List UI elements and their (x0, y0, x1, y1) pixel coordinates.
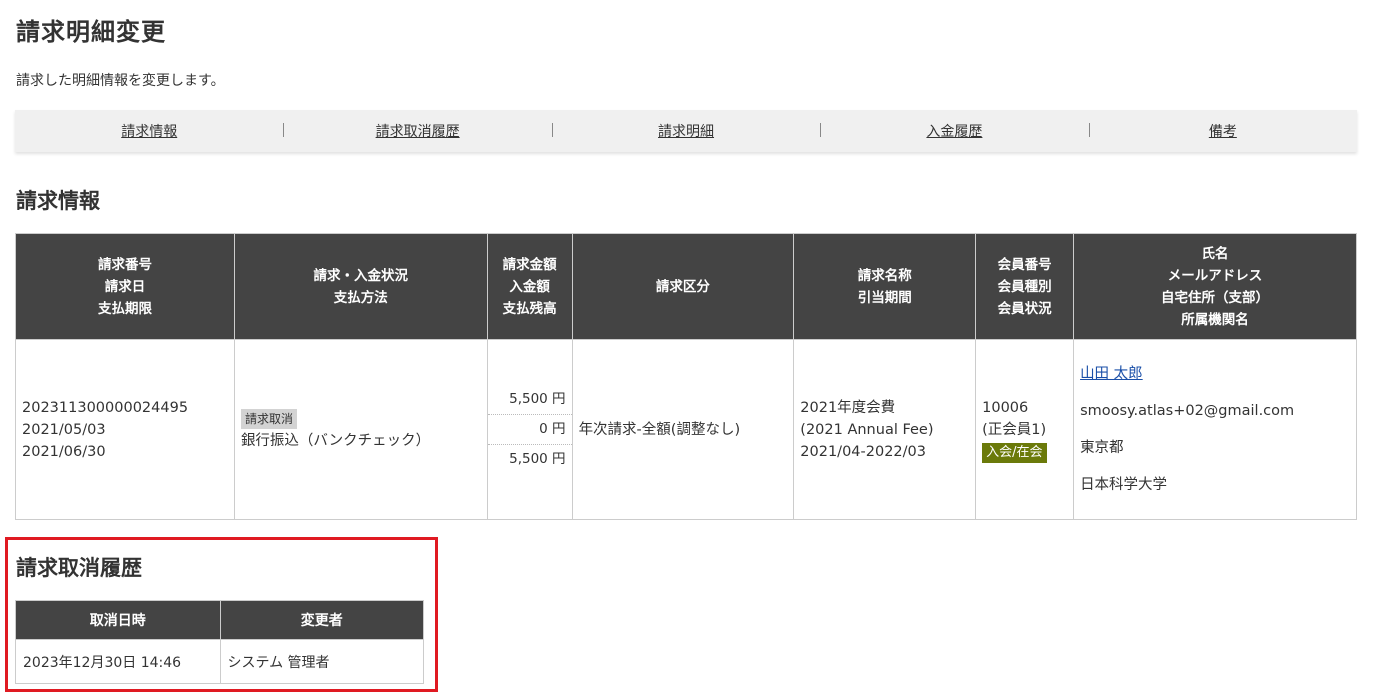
member-email: smoosy.atlas+02@gmail.com (1080, 403, 1295, 419)
page-title: 請求明細変更 (16, 18, 166, 46)
tab-cancel-history-link[interactable]: 請求取消履歴 (376, 124, 460, 140)
header-address: 自宅住所（支部） (1161, 289, 1270, 306)
header-organization: 所属機関名 (1181, 311, 1249, 328)
tab-cancel-history: 請求取消履歴 (283, 121, 551, 141)
invoice-table-header-row: 請求番号 請求日 支払期限 請求・入金状況 支払方法 請求金額 入金額 支払残高… (15, 233, 1357, 340)
header-balance: 支払残高 (502, 300, 557, 317)
header-amounts: 請求金額 入金額 支払残高 (486, 233, 573, 340)
tab-invoice-info-link[interactable]: 請求情報 (121, 124, 177, 140)
tab-invoice-details-link[interactable]: 請求明細 (658, 124, 714, 140)
invoice-name: 2021年度会費 (800, 399, 896, 416)
header-status: 請求・入金状況 (313, 267, 409, 284)
header-paid-amount: 入金額 (509, 278, 550, 295)
header-name-period: 請求名称 引当期間 (793, 233, 977, 340)
balance-amount: 5,500 円 (509, 451, 566, 467)
header-contact: 氏名 メールアドレス 自宅住所（支部） 所属機関名 (1073, 233, 1357, 340)
header-member-type: 会員種別 (997, 278, 1052, 295)
header-member-status: 会員状況 (997, 300, 1052, 317)
header-period: 引当期間 (857, 289, 912, 306)
payment-method: 銀行振込（バンクチェック） (240, 432, 431, 449)
invoice-table: 請求番号 請求日 支払期限 請求・入金状況 支払方法 請求金額 入金額 支払残高… (15, 233, 1357, 520)
tab-payment-history: 入金履歴 (820, 121, 1088, 141)
paid-amount: 0 円 (487, 415, 572, 445)
invoice-date: 2021/05/03 (22, 421, 106, 438)
header-due-date: 支払期限 (97, 300, 152, 317)
page-description: 請求した明細情報を変更します。 (16, 73, 225, 89)
tab-remarks: 備考 (1088, 121, 1357, 141)
invoice-name-en: (2021 Annual Fee) (800, 421, 934, 438)
header-name: 氏名 (1201, 245, 1229, 262)
cancel-history-table: 取消日時 変更者 2023年12月30日 14:46 システム 管理者 (15, 600, 425, 684)
table-row: 202311300000024495 2021/05/03 2021/06/30… (15, 339, 1357, 520)
status-badge: 請求取消 (240, 408, 297, 429)
cancel-header-row: 取消日時 変更者 (15, 600, 425, 640)
header-category-label: 請求区分 (655, 278, 710, 295)
header-member: 会員番号 会員種別 会員状況 (975, 233, 1075, 340)
tab-navigation: 請求情報 請求取消履歴 請求明細 入金履歴 備考 (15, 110, 1357, 152)
header-billed-amount: 請求金額 (502, 256, 557, 273)
header-cancel-datetime: 取消日時 (15, 600, 221, 640)
header-invoice-number: 請求番号 (97, 256, 152, 273)
cell-status-payment-method: 請求取消 銀行振込（バンクチェック） (233, 339, 488, 520)
cancel-section-title: 請求取消履歴 (16, 556, 142, 580)
cell-invoice-number-date-due: 202311300000024495 2021/05/03 2021/06/30 (15, 339, 235, 520)
header-invoice-name: 請求名称 (857, 267, 912, 284)
member-number: 10006 (982, 399, 1029, 416)
member-address: 東京都 (1080, 440, 1124, 456)
changed-by: システム 管理者 (219, 639, 425, 684)
header-payment-method: 支払方法 (333, 289, 388, 306)
header-changed-by: 変更者 (219, 600, 425, 640)
header-status-payment-method: 請求・入金状況 支払方法 (233, 233, 488, 340)
header-member-number: 会員番号 (997, 256, 1052, 273)
invoice-category: 年次請求-全額(調整なし) (578, 421, 741, 438)
member-type: (正会員1) (982, 421, 1047, 438)
cell-name-period: 2021年度会費 (2021 Annual Fee) 2021/04-2022/… (793, 339, 977, 520)
invoice-period: 2021/04-2022/03 (800, 443, 926, 460)
table-row: 2023年12月30日 14:46 システム 管理者 (15, 639, 425, 684)
header-invoice-date: 請求日 (104, 278, 146, 295)
tab-invoice-info: 請求情報 (15, 121, 283, 141)
due-date: 2021/06/30 (22, 443, 106, 460)
tab-invoice-details: 請求明細 (551, 121, 820, 141)
header-invoice-number-date-due: 請求番号 請求日 支払期限 (15, 233, 235, 340)
cell-member: 10006 (正会員1) 入会/在会 (975, 339, 1075, 520)
header-email: メールアドレス (1167, 267, 1263, 284)
cell-category: 年次請求-全額(調整なし) (571, 339, 795, 520)
cancel-datetime: 2023年12月30日 14:46 (15, 639, 221, 684)
invoice-section-title: 請求情報 (16, 189, 100, 213)
tab-remarks-link[interactable]: 備考 (1209, 124, 1237, 140)
tab-payment-history-link[interactable]: 入金履歴 (926, 124, 982, 140)
member-name-link[interactable]: 山田 太郎 (1080, 366, 1143, 382)
invoice-number: 202311300000024495 (22, 399, 189, 416)
billed-amount: 5,500 円 (487, 385, 572, 415)
header-category: 請求区分 (571, 233, 795, 340)
cell-contact: 山田 太郎 smoosy.atlas+02@gmail.com 東京都 日本科学… (1073, 339, 1357, 520)
member-status-badge: 入会/在会 (982, 442, 1047, 463)
cell-amounts: 5,500 円 0 円 5,500 円 (486, 339, 573, 520)
member-organization: 日本科学大学 (1080, 477, 1168, 493)
